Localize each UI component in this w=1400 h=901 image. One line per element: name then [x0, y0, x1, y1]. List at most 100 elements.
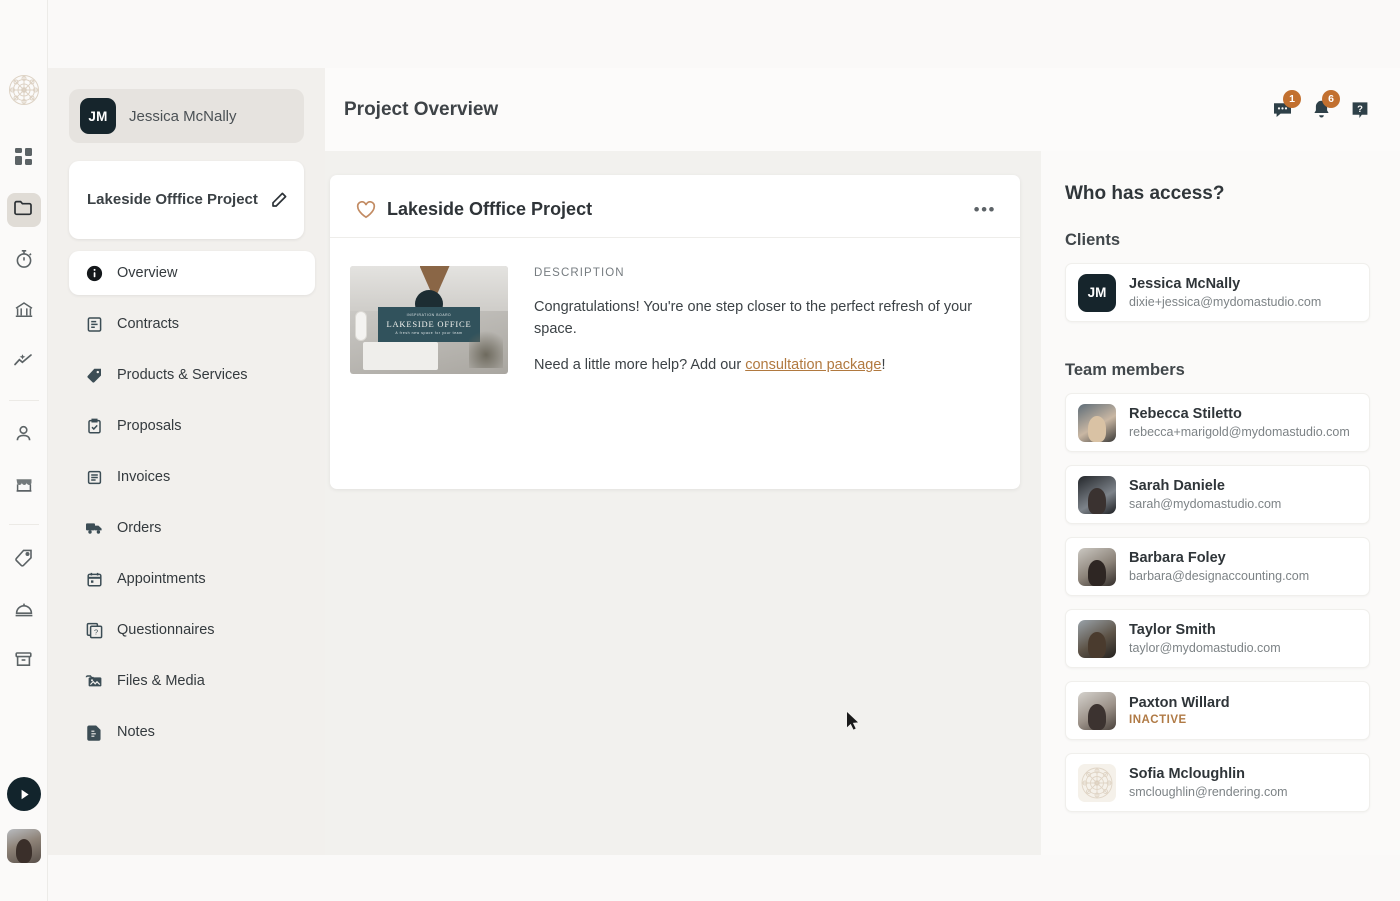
- sidebar-item-products-services[interactable]: Products & Services: [69, 353, 315, 397]
- calendar-icon: [85, 570, 103, 588]
- chart-line-icon: [13, 350, 34, 376]
- stopwatch-icon: [14, 249, 34, 274]
- page-header: Project Overview 1 6 ?: [325, 68, 1400, 151]
- thumb-overline: INSPIRATION BOARD: [406, 313, 452, 318]
- member-email: taylor@mydomastudio.com: [1129, 641, 1281, 655]
- list-item[interactable]: Sarah Daniele sarah@mydomastudio.com: [1065, 465, 1370, 524]
- client-info: Jessica McNally dixie+jessica@mydomastud…: [1129, 276, 1321, 309]
- folder-icon: [13, 197, 34, 223]
- messages-badge: 1: [1283, 90, 1301, 108]
- page-title: Project Overview: [344, 98, 499, 120]
- client-email: dixie+jessica@mydomastudio.com: [1129, 295, 1322, 309]
- card-title: Lakeside Offfice Project: [387, 199, 593, 219]
- photo-folder-icon: [85, 672, 103, 690]
- project-nav: Overview Contracts Products & Services P…: [69, 251, 315, 754]
- notifications-bell-icon[interactable]: 6: [1311, 90, 1340, 120]
- status-badge: INACTIVE: [1129, 714, 1187, 726]
- thumb-headline: LAKESIDE OFFICE: [386, 319, 472, 330]
- sidebar-item-label: Orders: [117, 520, 162, 536]
- sidebar-item-label: Files & Media: [117, 673, 205, 689]
- messages-icon[interactable]: 1: [1272, 90, 1301, 120]
- team-members-heading: Team members: [1065, 361, 1185, 379]
- list-item[interactable]: Barbara Foley barbara@designaccounting.c…: [1065, 537, 1370, 596]
- member-name: Taylor Smith: [1129, 622, 1216, 638]
- sidebar-item-contracts[interactable]: Contracts: [69, 302, 315, 346]
- member-name: Paxton Willard: [1129, 695, 1230, 711]
- member-info: Paxton Willard INACTIVE: [1129, 695, 1230, 726]
- project-overview-card: Lakeside Offfice Project ••• INSPIRATION…: [330, 175, 1020, 489]
- project-thumbnail-image[interactable]: INSPIRATION BOARD LAKESIDE OFFICE A fres…: [350, 266, 508, 374]
- list-item[interactable]: Taylor Smith taylor@mydomastudio.com: [1065, 609, 1370, 668]
- project-sidebar: JM Jessica McNally Lakeside Offfice Proj…: [48, 68, 325, 855]
- thumb-banner: INSPIRATION BOARD LAKESIDE OFFICE A fres…: [378, 307, 480, 342]
- user-initials-avatar: JM: [80, 98, 116, 134]
- user-name-label: Jessica McNally: [129, 107, 237, 125]
- project-name-card[interactable]: Lakeside Offfice Project: [69, 161, 304, 239]
- sidebar-item-orders[interactable]: Orders: [69, 506, 315, 550]
- paragraph2-after: !: [881, 356, 886, 373]
- rail-item-pricing[interactable]: [7, 543, 41, 577]
- rail-item-time-tracking[interactable]: [7, 244, 41, 278]
- thumb-plant: [468, 324, 504, 368]
- sidebar-item-proposals[interactable]: Proposals: [69, 404, 315, 448]
- pencil-icon[interactable]: [270, 191, 288, 209]
- avatar[interactable]: [7, 829, 41, 863]
- rail-item-bank[interactable]: [7, 295, 41, 329]
- rail-item-reports[interactable]: [7, 346, 41, 380]
- description-paragraph-1: Congratulations! You're one step closer …: [534, 299, 973, 337]
- sidebar-item-label: Proposals: [117, 418, 182, 434]
- sidebar-item-overview[interactable]: Overview: [69, 251, 315, 295]
- list-item[interactable]: JM Jessica McNally dixie+jessica@mydomas…: [1065, 263, 1370, 322]
- tag-icon: [85, 366, 103, 384]
- svg-text:?: ?: [1357, 104, 1363, 115]
- member-email: smcloughlin@rendering.com: [1129, 785, 1288, 799]
- member-info: Sarah Daniele sarah@mydomastudio.com: [1129, 478, 1281, 511]
- rail-item-contacts[interactable]: [7, 419, 41, 453]
- member-avatar: [1078, 547, 1116, 586]
- note-icon: [85, 723, 103, 741]
- header-action-icons: 1 6 ?: [1272, 90, 1370, 120]
- sidebar-item-invoices[interactable]: Invoices: [69, 455, 315, 499]
- list-item[interactable]: Paxton Willard INACTIVE: [1065, 681, 1370, 740]
- rail-item-services[interactable]: [7, 594, 41, 628]
- sidebar-item-notes[interactable]: Notes: [69, 710, 315, 754]
- heart-outline-icon[interactable]: [356, 200, 376, 219]
- rail-bottom-group: [0, 777, 48, 863]
- sidebar-item-appointments[interactable]: Appointments: [69, 557, 315, 601]
- consultation-package-link[interactable]: consultation package: [745, 357, 881, 373]
- rail-item-list: [6, 142, 41, 696]
- rail-item-archive[interactable]: [7, 645, 41, 679]
- mandala-logo-icon[interactable]: [6, 72, 42, 108]
- sidebar-item-questionnaires[interactable]: ? Questionnaires: [69, 608, 315, 652]
- service-bell-icon: [14, 599, 34, 624]
- sidebar-item-label: Appointments: [117, 571, 206, 587]
- client-name: Jessica McNally: [1129, 276, 1241, 292]
- sidebar-user-chip[interactable]: JM Jessica McNally: [69, 89, 304, 143]
- member-avatar: [1078, 763, 1116, 802]
- rail-divider: [8, 400, 39, 401]
- rail-item-projects[interactable]: [6, 193, 41, 227]
- who-has-access-panel: Who has access? Clients JM Jessica McNal…: [1041, 151, 1400, 855]
- rail-item-storefront[interactable]: [7, 470, 41, 504]
- member-name: Sarah Daniele: [1129, 478, 1225, 494]
- contract-icon: [85, 315, 103, 333]
- sidebar-item-label: Overview: [117, 265, 178, 281]
- rail-item-dashboard[interactable]: [7, 142, 41, 176]
- play-button-icon[interactable]: [7, 777, 41, 811]
- member-info: Barbara Foley barbara@designaccounting.c…: [1129, 550, 1309, 583]
- description-label: DESCRIPTION: [534, 267, 625, 279]
- help-question-icon[interactable]: ?: [1350, 100, 1370, 120]
- ellipsis-icon[interactable]: •••: [974, 201, 996, 218]
- member-info: Taylor Smith taylor@mydomastudio.com: [1129, 622, 1281, 655]
- member-name: Barbara Foley: [1129, 550, 1226, 566]
- card-header: Lakeside Offfice Project •••: [330, 175, 1020, 220]
- sidebar-item-label: Notes: [117, 724, 155, 740]
- list-item[interactable]: Rebecca Stiletto rebecca+marigold@mydoma…: [1065, 393, 1370, 452]
- sidebar-item-label: Invoices: [117, 469, 171, 485]
- member-avatar: [1078, 403, 1116, 442]
- clients-heading: Clients: [1065, 231, 1121, 249]
- list-item[interactable]: Sofia Mcloughlin smcloughlin@rendering.c…: [1065, 753, 1370, 812]
- question-doc-icon: ?: [85, 621, 103, 639]
- sidebar-item-files-media[interactable]: Files & Media: [69, 659, 315, 703]
- member-info: Sofia Mcloughlin smcloughlin@rendering.c…: [1129, 766, 1288, 799]
